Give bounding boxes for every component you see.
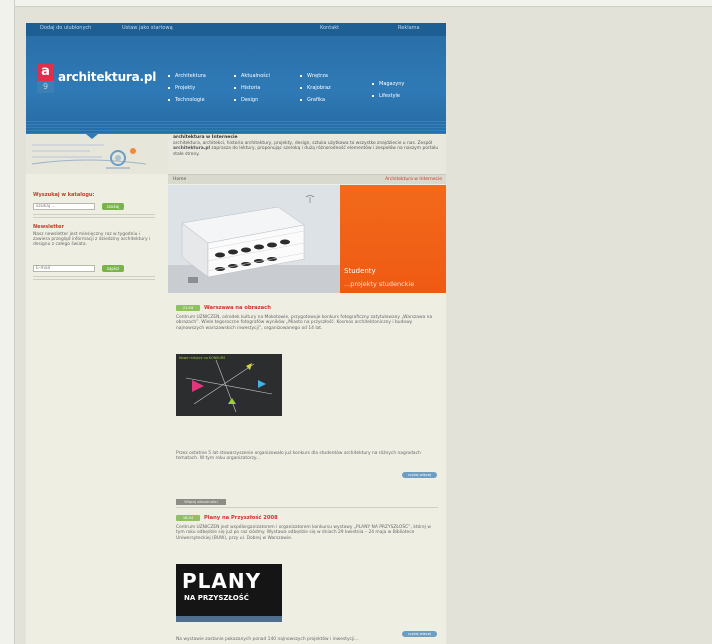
menu-item-aktualnosci[interactable]: Aktualności xyxy=(234,73,270,79)
banner-illustration xyxy=(26,134,168,174)
post-thumbnail-graphic xyxy=(176,354,282,416)
menu-item-magazyny[interactable]: Magazyny xyxy=(372,81,404,87)
bullet-icon xyxy=(372,82,374,85)
sidebar-divider xyxy=(33,214,155,215)
menu-item-lifestyle[interactable]: Lifestyle xyxy=(372,93,400,99)
more-news-label[interactable]: Więcej aktualności xyxy=(176,499,226,505)
sidebar-divider xyxy=(33,217,155,218)
post-text: Centrum UZNICZEN jest współorganizatorem… xyxy=(176,525,431,541)
bullet-icon xyxy=(234,74,236,77)
hero-title: Studenty xyxy=(344,267,376,275)
bullet-icon xyxy=(234,98,236,101)
topbar-link-contact[interactable]: Kontakt xyxy=(320,25,339,31)
menu-item-grafika[interactable]: Grafika xyxy=(300,97,325,103)
post-thumbnail-title: PLANY xyxy=(182,569,262,593)
search-heading: Wyszukaj w katalogu: xyxy=(33,192,95,198)
menu-item-historia[interactable]: Historia xyxy=(234,85,260,91)
search-input[interactable]: szukaj ... xyxy=(33,203,95,210)
about-section: architektura w Internecie architektura, … xyxy=(168,134,446,174)
post-separator xyxy=(176,507,438,508)
post-date-badge: 18.04 xyxy=(176,515,200,521)
sidebar: Wyszukaj w katalogu: szukaj ... szukaj N… xyxy=(26,184,168,644)
web-page: Dodaj do ulubionych Ustaw jako startową … xyxy=(26,23,446,644)
header-stripe-decoration xyxy=(26,121,446,134)
sidebar-divider xyxy=(33,279,155,280)
about-title: architektura w Internecie xyxy=(173,135,238,140)
post-text: Centrum UZNICZEN, ośrodek kultury na Mok… xyxy=(176,315,433,331)
bullet-icon xyxy=(300,86,302,89)
newsletter-text: Nasz newsletter jest miesięczny raz w ty… xyxy=(33,232,151,248)
breadcrumb-section-link[interactable]: Architektura w Internecie xyxy=(385,177,442,182)
top-utility-bar: Dodaj do ulubionych Ustaw jako startową … xyxy=(26,23,446,36)
hero-banner[interactable]: Studenty ...projekty studenckie xyxy=(168,185,446,293)
search-button[interactable]: szukaj xyxy=(102,203,124,210)
bullet-icon xyxy=(168,74,170,77)
post-text: Przez ostatnie 5 lat stowarzyszenie orga… xyxy=(176,451,421,462)
hero-building-image xyxy=(168,185,340,293)
bullet-icon xyxy=(300,74,302,77)
menu-item-technologie[interactable]: Technologie xyxy=(168,97,205,103)
post-thumbnail-footer xyxy=(176,616,282,622)
topbar-link-ads[interactable]: Reklama xyxy=(398,25,420,31)
bullet-icon xyxy=(372,94,374,97)
post-thumbnail-subtitle: NA PRZYSZŁOŚĆ xyxy=(184,594,249,602)
menu-item-projekty[interactable]: Projekty xyxy=(168,85,195,91)
window-left-frame xyxy=(0,0,15,644)
hero-orange-panel xyxy=(340,185,446,293)
topbar-link-homepage[interactable]: Ustaw jako startową xyxy=(122,25,173,31)
window-top-frame xyxy=(0,0,712,7)
post-thumbnail-label: Nowe miejsce na KONKURS xyxy=(179,356,226,360)
post-title-link[interactable]: Warszawa na obrazach xyxy=(204,305,271,311)
menu-item-krajobraz[interactable]: Krajobraz xyxy=(300,85,331,91)
sidebar-divider xyxy=(33,276,155,277)
menu-item-wnetrza[interactable]: Wnętrza xyxy=(300,73,328,79)
read-more-button[interactable]: czytaj więcej xyxy=(402,631,437,637)
menu-item-architektura[interactable]: Architektura xyxy=(168,73,206,79)
menu-item-design[interactable]: Design xyxy=(234,97,258,103)
bullet-icon xyxy=(168,98,170,101)
post-thumbnail[interactable]: PLANY NA PRZYSZŁOŚĆ xyxy=(176,564,282,622)
breadcrumb-home-link[interactable]: Home xyxy=(173,177,186,182)
newsletter-heading: Newsletter xyxy=(33,224,64,230)
logo-mark[interactable]: a xyxy=(37,64,54,81)
bullet-icon xyxy=(300,98,302,101)
logo-sub-mark: 9 xyxy=(37,81,54,93)
read-more-button[interactable]: czytaj więcej xyxy=(402,472,437,478)
newsletter-subscribe-button[interactable]: zapisz xyxy=(102,265,124,272)
post-text: Na wystawie zostanie pokazanych ponad 14… xyxy=(176,637,359,642)
post-date-badge: 21.04 xyxy=(176,305,200,311)
newsletter-email-input[interactable]: E-mail xyxy=(33,265,95,272)
logo-text[interactable]: architektura.pl xyxy=(58,70,156,84)
bullet-icon xyxy=(234,86,236,89)
main-content: Studenty ...projekty studenckie 21.04 Wa… xyxy=(168,184,446,644)
topbar-link-favorites[interactable]: Dodaj do ulubionych xyxy=(40,25,91,31)
hero-subtitle: ...projekty studenckie xyxy=(344,280,415,288)
bullet-icon xyxy=(168,86,170,89)
about-text: architektura, architekci, historia archi… xyxy=(173,141,439,157)
post-title-link[interactable]: Plany na Przyszłość 2008 xyxy=(204,515,278,521)
about-brand: architektura.pl xyxy=(173,146,211,152)
site-header: a 9 architektura.pl Architektura Projekt… xyxy=(26,36,446,134)
post-thumbnail[interactable]: Nowe miejsce na KONKURS xyxy=(176,354,282,416)
